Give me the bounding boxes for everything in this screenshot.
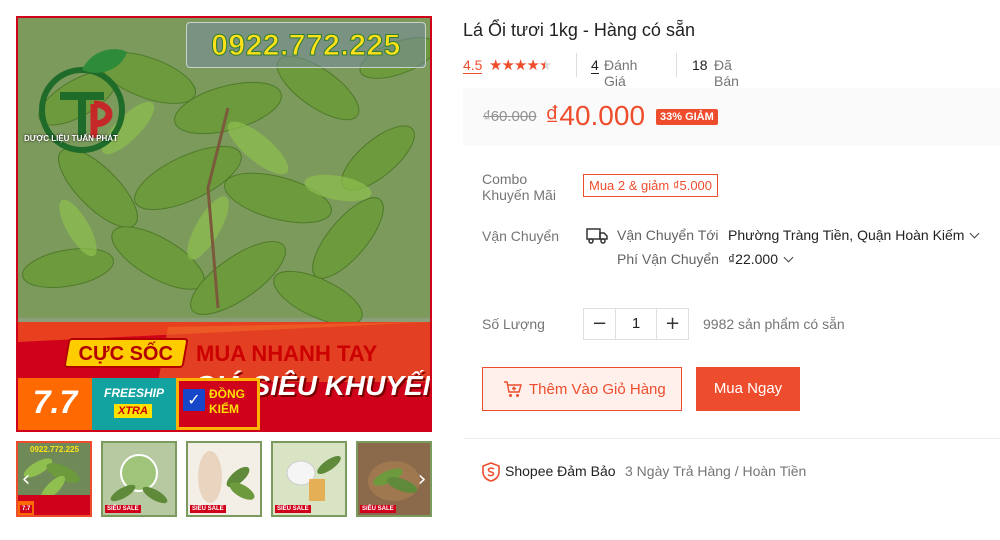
shipping-label: Vận Chuyển: [482, 228, 560, 244]
combo-label: Combo Khuyến Mãi: [482, 171, 556, 203]
rating-value[interactable]: 4.5: [463, 57, 483, 74]
brand-name: DƯỢC LIỆU TUẤN PHÁT: [24, 134, 118, 143]
next-image-arrow[interactable]: ›: [412, 465, 432, 495]
chevron-down-icon: [970, 228, 980, 239]
guarantee-description: 3 Ngày Trả Hàng / Hoàn Tiền: [625, 463, 807, 479]
product-page: 0922.772.225 DƯỢC LIỆU TUẤN PHÁT CỰC SỐC…: [0, 0, 1000, 540]
star-icon: ★: [501, 56, 514, 74]
ship-to-value: Phường Tràng Tiền, Quận Hoàn Kiếm: [728, 227, 965, 243]
phone-banner: 0922.772.225: [186, 22, 426, 68]
ship-to-selector[interactable]: Phường Tràng Tiền, Quận Hoàn Kiếm: [728, 227, 980, 243]
checkmark-icon: ✓: [183, 389, 205, 411]
prev-image-arrow[interactable]: ‹: [16, 465, 36, 495]
cart-add-icon: [504, 381, 522, 397]
thumbnail-2[interactable]: SIÊU SALE: [101, 441, 177, 517]
add-to-cart-label: Thêm Vào Giỏ Hàng: [529, 381, 666, 398]
original-price: ₫60.000: [483, 108, 537, 125]
rating-stars: ★★★★★: [489, 56, 552, 74]
half-star-icon: ★: [538, 56, 552, 74]
buy-now-button[interactable]: Mua Ngay: [696, 367, 800, 411]
sale-price: ₫40.000: [545, 100, 646, 131]
stock-available: 9982 sản phẩm có sẵn: [703, 316, 845, 332]
quantity-input[interactable]: 1: [616, 309, 656, 339]
review-count[interactable]: 4: [591, 57, 599, 74]
ship-fee-selector[interactable]: ₫22.000: [728, 251, 794, 267]
ship-fee-value: ₫22.000: [728, 251, 779, 267]
quantity-stepper: − 1 +: [583, 308, 689, 340]
quantity-label: Số Lượng: [482, 316, 545, 332]
thumbnail-4[interactable]: SIÊU SALE: [271, 441, 347, 517]
add-to-cart-button[interactable]: Thêm Vào Giỏ Hàng: [482, 367, 682, 411]
divider: [676, 53, 677, 77]
thumbnail-3[interactable]: SIÊU SALE: [186, 441, 262, 517]
thumbnail-strip: 0922.772.225 7.7 SIÊU SALE SIÊU SALE SIÊ…: [16, 441, 432, 517]
sold-label: Đã Bán: [714, 57, 739, 89]
sold-count: 18: [692, 57, 708, 73]
price-box: ₫60.000 ₫40.000 33% GIẢM: [463, 88, 1000, 146]
decrease-quantity-button[interactable]: −: [584, 309, 616, 339]
shopee-guarantee[interactable]: Shopee Đảm Bảo: [505, 463, 616, 479]
ship-to-label: Vận Chuyển Tới: [617, 227, 719, 243]
divider: [576, 53, 577, 77]
ship-fee-label: Phí Vận Chuyển: [617, 251, 719, 267]
hot-deal-tag: CỰC SỐC: [63, 338, 189, 368]
phone-number: 0922.772.225: [211, 29, 401, 63]
main-product-image[interactable]: 0922.772.225 DƯỢC LIỆU TUẤN PHÁT CỰC SỐC…: [16, 16, 432, 432]
increase-quantity-button[interactable]: +: [656, 309, 688, 339]
product-title: Lá Ổi tươi 1kg - Hàng có sẵn: [463, 20, 695, 40]
star-icon: ★: [513, 56, 527, 74]
section-divider: [463, 438, 1000, 439]
star-icon: ★: [489, 56, 502, 74]
chevron-down-icon: [783, 252, 794, 263]
banner-headline: MUA NHANH TAY: [196, 341, 378, 366]
review-label: Đánh Giá: [604, 57, 638, 89]
star-icon: ★: [526, 56, 539, 74]
discount-badge: 33% GIẢM: [656, 109, 718, 125]
truck-icon: [586, 228, 608, 244]
combo-promo-tag[interactable]: Mua 2 & giảm ₫5.000: [583, 174, 719, 197]
sale-77-badge: 7.7: [18, 378, 92, 430]
freeship-badge: FREESHIP XTRA: [92, 378, 176, 430]
shield-icon: [482, 462, 500, 482]
inspection-badge: ✓ ĐỒNG KIỂM: [176, 378, 260, 430]
